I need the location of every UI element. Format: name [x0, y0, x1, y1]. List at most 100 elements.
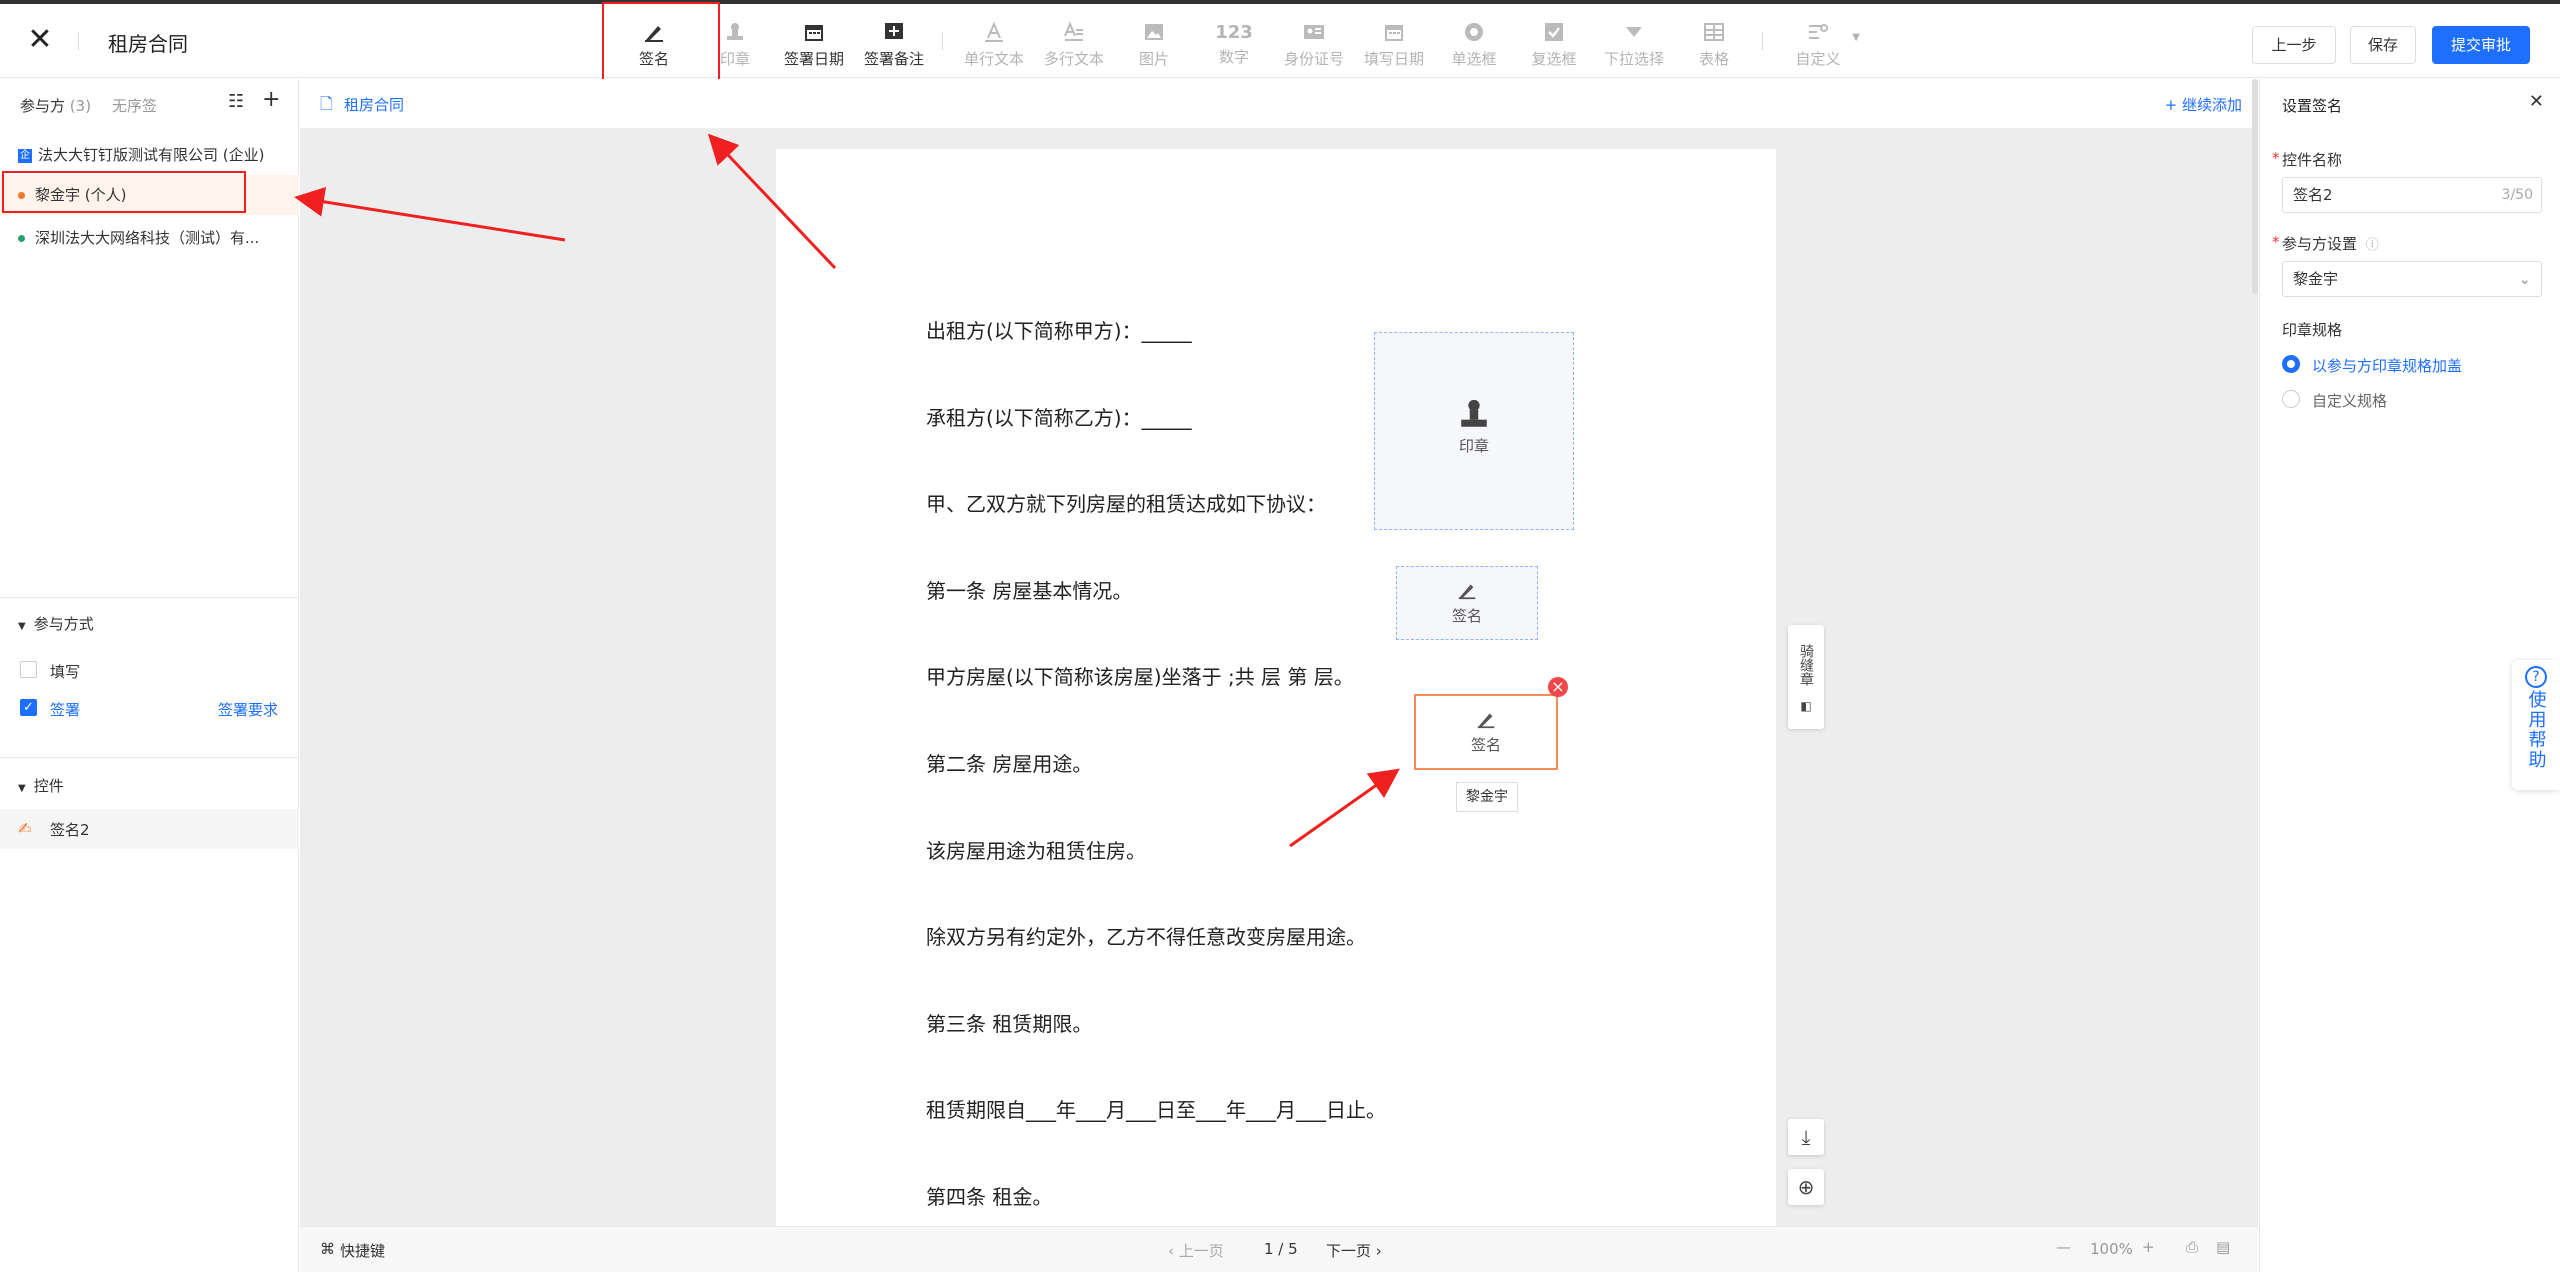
remove-field-icon[interactable]: × [1548, 677, 1568, 697]
tool-label: 签署备注 [863, 50, 924, 68]
control-item[interactable]: ✍ 签名2 [0, 809, 299, 849]
seal-icon: ◧ [1800, 699, 1812, 713]
section-title: 参与方式 [33, 615, 94, 633]
divider [78, 32, 79, 50]
participant-count: (3) [69, 97, 92, 115]
tool-sign-date[interactable]: 签署日期 [776, 14, 852, 74]
file-icon: 🗋 [320, 94, 333, 113]
tool-sign-note[interactable]: 签署备注 [856, 14, 932, 74]
tool-label: 单行文本 [963, 50, 1024, 68]
number-icon: 123 [1215, 22, 1253, 43]
thumbnail-icon[interactable]: ▤ [2216, 1238, 2230, 1256]
spec-radio-default[interactable] [2282, 355, 2300, 373]
continue-add-link[interactable]: + 继续添加 [2165, 94, 2242, 115]
sign-checkbox[interactable]: ✓ [20, 699, 37, 716]
document-title: 租房合同 [108, 32, 188, 56]
spec-option-label: 自定义规格 [2312, 392, 2388, 410]
panel-title: 设置签名 [2282, 97, 2343, 115]
radio-icon [1465, 23, 1483, 41]
control-name-label-text: 控件名称 [2282, 151, 2343, 169]
tool-fill-date[interactable]: 填写日期 [1356, 14, 1432, 74]
sign-label: 签署 [50, 701, 81, 719]
control-name-input[interactable]: 签名2 3/50 [2282, 177, 2542, 213]
info-icon[interactable]: ⓘ [2366, 238, 2379, 253]
participant-company-2[interactable]: 深圳法大大网络科技（测试）有... [0, 218, 299, 258]
doc-line: 第二条 房屋用途。 [926, 752, 1093, 776]
party-select-value: 黎金宇 [2293, 270, 2339, 288]
caret-down-icon: ▼ [18, 621, 26, 632]
tool-image[interactable]: 图片 [1116, 14, 1192, 74]
tab-participants[interactable]: 参与方 (3) [20, 95, 91, 116]
participant-name: 法大大钉钉版测试有限公司 (企业) [38, 146, 265, 164]
caret-down-icon: ▼ [18, 783, 26, 794]
tab-unordered-sign[interactable]: 无序签 [112, 95, 157, 116]
top-toolbar: ✕ 租房合同 签名 印章 签署日期 签署备注 单行文本 多行文本 图片 123 … [0, 4, 2560, 78]
tool-single-text[interactable]: 单行文本 [956, 14, 1032, 74]
tool-id-number[interactable]: 身份证号 [1276, 14, 1352, 74]
dropdown-icon [1626, 27, 1642, 37]
participant-company[interactable]: 企法大大钉钉版测试有限公司 (企业) [0, 135, 299, 175]
signature-field-selected[interactable]: 签名 [1414, 694, 1558, 770]
tool-number[interactable]: 123 数字 [1196, 14, 1272, 74]
help-label: 使用帮助 [2525, 690, 2547, 770]
note-plus-icon [885, 23, 903, 39]
tool-dropdown[interactable]: 下拉选择 [1596, 14, 1672, 74]
help-button[interactable]: ? 使用帮助 [2512, 660, 2560, 790]
signature-field-label: 签名 [1470, 736, 1501, 754]
signature-field[interactable]: 签名 [1396, 566, 1538, 640]
next-page-label: 下一页 [1326, 1242, 1372, 1260]
fit-page-icon[interactable]: ⎙ [2186, 1238, 2198, 1256]
chevron-down-icon: ⌄ [2518, 270, 2531, 288]
prev-page-button[interactable]: ‹ 上一页 [1168, 1240, 1224, 1261]
doc-line: 第一条 房屋基本情况。 [926, 579, 1133, 603]
submit-approval-button[interactable]: 提交审批 [2432, 26, 2530, 64]
download-icon[interactable]: ⤓ [1788, 1119, 1824, 1155]
tool-label: 多行文本 [1043, 50, 1104, 68]
doc-line: 甲方房屋(以下简称该房屋)坐落于 ;共 层 第 层。 [926, 665, 1354, 689]
panel-scrollbar[interactable] [2252, 79, 2258, 294]
close-icon[interactable]: ✕ [24, 24, 56, 56]
status-dot [18, 235, 25, 242]
chevron-down-icon: ▼ [1852, 32, 1860, 43]
riding-seal-tool[interactable]: 骑缝章 ◧ [1788, 625, 1824, 729]
doc-line: 第三条 租赁期限。 [926, 1012, 1093, 1036]
tool-custom[interactable]: 自定义 ▼ [1778, 14, 1860, 74]
tool-label: 签署日期 [783, 50, 844, 68]
tool-checkbox[interactable]: 复选框 [1516, 14, 1592, 74]
tool-label: 表格 [1698, 50, 1729, 68]
party-select[interactable]: 黎金宇 ⌄ [2282, 261, 2542, 297]
fill-checkbox[interactable] [20, 661, 37, 678]
party-setting-label: * 参与方设置 ⓘ [2272, 233, 2379, 254]
page-indicator: 1 / 5 [1264, 1240, 1298, 1258]
control-label: 签名2 [50, 821, 90, 839]
prev-step-button[interactable]: 上一步 [2252, 26, 2336, 64]
calendar-icon [1385, 25, 1403, 41]
tool-label: 身份证号 [1283, 50, 1344, 68]
party-setting-label-text: 参与方设置 [2282, 235, 2358, 253]
section-controls[interactable]: ▼ 控件 [18, 775, 64, 796]
required-marker: * [2272, 149, 2280, 167]
char-counter: 3/50 [2501, 187, 2533, 203]
zoom-out-icon[interactable]: — [2056, 1238, 2071, 1256]
document-tab[interactable]: 租房合同 [344, 94, 404, 115]
zoom-in-icon[interactable]: + [2142, 1238, 2155, 1256]
tool-table[interactable]: 表格 [1676, 14, 1752, 74]
signature-icon: ✍ [18, 819, 32, 838]
fill-label: 填写 [50, 663, 81, 681]
shortcut-link[interactable]: 快捷键 [340, 1240, 385, 1261]
list-order-icon[interactable]: ☷ [228, 91, 244, 112]
next-page-button[interactable]: 下一页 › [1326, 1240, 1382, 1261]
spec-radio-custom[interactable] [2282, 390, 2300, 408]
stamp-field[interactable]: 印章 [1374, 332, 1574, 530]
save-button[interactable]: 保存 [2350, 26, 2416, 64]
tool-label: 数字 [1218, 48, 1249, 66]
section-participation-method[interactable]: ▼ 参与方式 [18, 613, 94, 634]
tool-multi-text[interactable]: 多行文本 [1036, 14, 1112, 74]
close-icon[interactable]: ✕ [2529, 91, 2544, 112]
tool-radio[interactable]: 单选框 [1436, 14, 1512, 74]
stamp-icon [1461, 399, 1487, 427]
locate-icon[interactable]: ⊕ [1788, 1169, 1824, 1205]
add-participant-icon[interactable]: + [262, 87, 280, 112]
field-owner-tag: 黎金宇 [1456, 782, 1518, 812]
sign-requirements-link[interactable]: 签署要求 [218, 699, 278, 720]
